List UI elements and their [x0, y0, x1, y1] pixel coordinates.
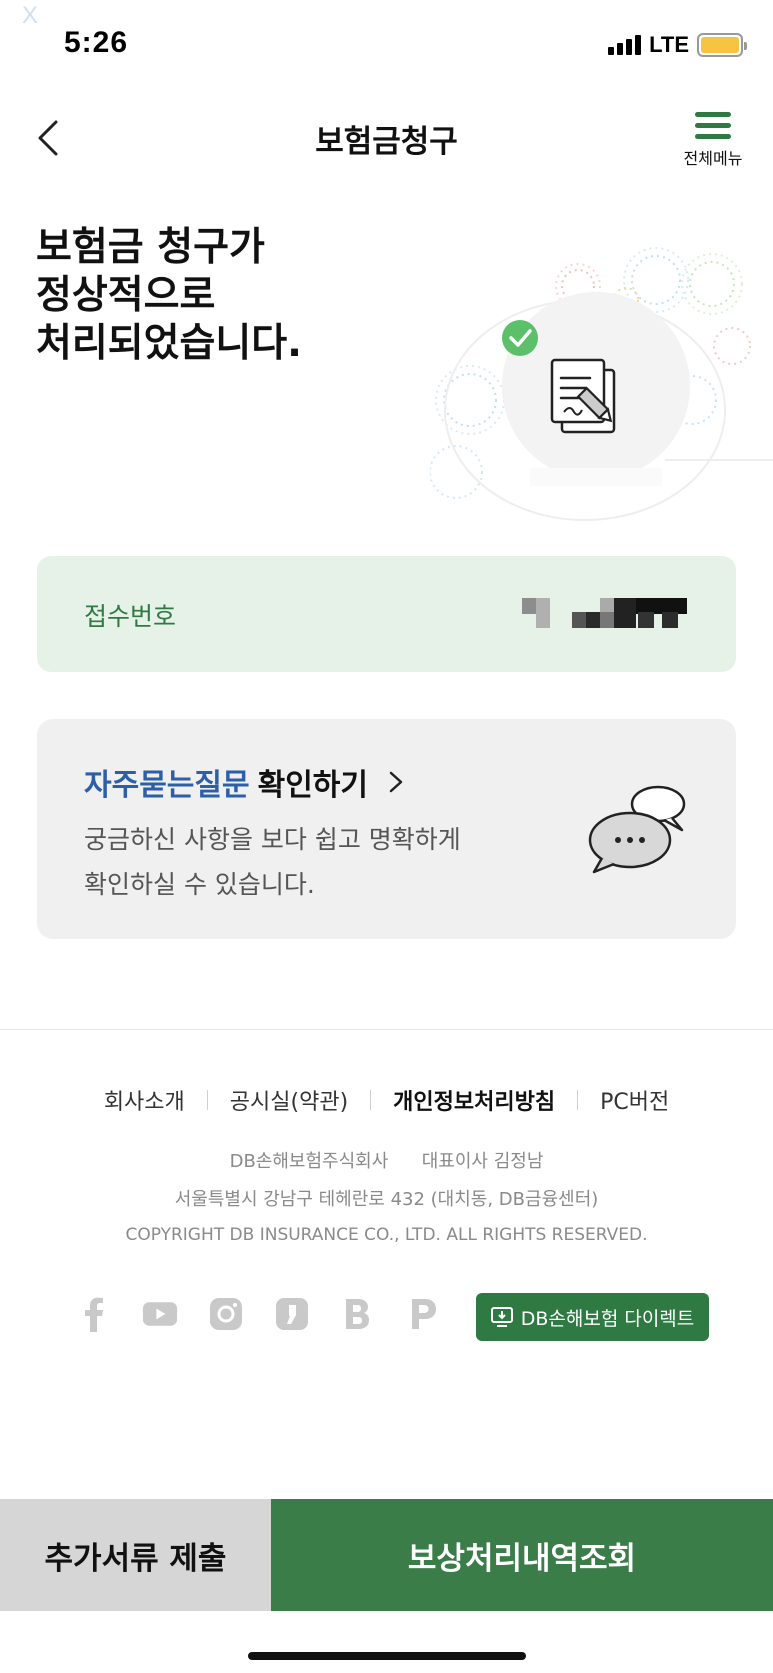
back-button[interactable]	[30, 116, 66, 160]
footer-separator	[577, 1090, 579, 1110]
menu-label: 전체메뉴	[683, 149, 743, 168]
company-ceo: 대표이사 김정남	[421, 1151, 544, 1172]
copyright: COPYRIGHT DB INSURANCE CO., LTD. ALL RIG…	[125, 1225, 648, 1245]
instagram-icon[interactable]	[208, 1296, 244, 1332]
company-address: 서울특별시 강남구 테헤란로 432 (대치동, DB금융센터)	[174, 1189, 599, 1210]
signal-icon	[608, 35, 642, 55]
footer-separator	[206, 1090, 208, 1110]
battery-icon	[697, 33, 747, 57]
home-indicator[interactable]	[248, 1652, 526, 1660]
faq-description: 궁금하신 사항을 보다 쉽고 명확하게 확인하실 수 있습니다.	[84, 817, 504, 907]
chevron-right-icon	[389, 771, 403, 793]
blog-icon[interactable]	[340, 1296, 376, 1332]
network-type: LTE	[649, 32, 689, 57]
status-time: 5:26	[64, 26, 129, 59]
chat-bubble-icon	[588, 785, 686, 874]
db-direct-button[interactable]: DB손해보험 다이렉트	[476, 1293, 709, 1341]
claim-complete-illustration	[430, 247, 773, 540]
chevron-left-icon	[38, 120, 58, 156]
post-icon[interactable]	[406, 1296, 442, 1332]
company-name: DB손해보험주식회사	[229, 1151, 389, 1172]
footer-link-pc-version[interactable]: PC버전	[600, 1084, 669, 1116]
kakao-story-icon[interactable]	[274, 1296, 310, 1332]
faq-desc-line-1: 궁금하신 사항을 보다 쉽고 명확하게	[84, 825, 461, 854]
monitor-download-icon	[490, 1307, 513, 1327]
footer-links: 회사소개 공시실(약관) 개인정보처리방침 PC버전	[0, 1084, 773, 1116]
company-info: DB손해보험주식회사 대표이사 김정남	[0, 1147, 773, 1173]
social-links	[76, 1296, 442, 1332]
submit-additional-documents-button[interactable]: 추가서류 제출	[0, 1499, 271, 1611]
footer-link-company[interactable]: 회사소개	[104, 1084, 185, 1116]
faq-title-rest: 확인하기	[257, 768, 369, 803]
db-direct-label: DB손해보험 다이렉트	[520, 1307, 695, 1330]
all-menu-button[interactable]: 전체메뉴	[673, 112, 753, 169]
claim-history-button[interactable]: 보상처리내역조회	[271, 1499, 773, 1611]
status-indicators: LTE	[608, 32, 747, 58]
completion-line-1: 보험금 청구가	[36, 225, 265, 270]
faq-link[interactable]: 자주묻는질문 확인하기	[84, 760, 404, 804]
footer-divider	[0, 1029, 773, 1030]
completion-message: 보험금 청구가 정상적으로 처리되었습니다.	[36, 224, 302, 368]
footer-link-privacy[interactable]: 개인정보처리방침	[393, 1084, 555, 1116]
completion-line-3: 처리되었습니다.	[36, 321, 302, 366]
receipt-number-redacted	[522, 598, 687, 628]
footer-separator	[370, 1090, 372, 1110]
faq-desc-line-2: 확인하실 수 있습니다.	[84, 870, 315, 899]
footer-link-disclosure[interactable]: 공시실(약관)	[230, 1084, 348, 1116]
facebook-icon[interactable]	[76, 1296, 112, 1332]
faq-title-highlight: 자주묻는질문	[84, 768, 250, 803]
hamburger-icon	[695, 112, 731, 145]
receipt-number-label: 접수번호	[84, 602, 177, 631]
youtube-icon[interactable]	[142, 1296, 178, 1332]
completion-line-2: 정상적으로	[36, 273, 216, 318]
close-mark[interactable]: X	[22, 2, 38, 30]
page-title: 보험금청구	[315, 124, 458, 160]
